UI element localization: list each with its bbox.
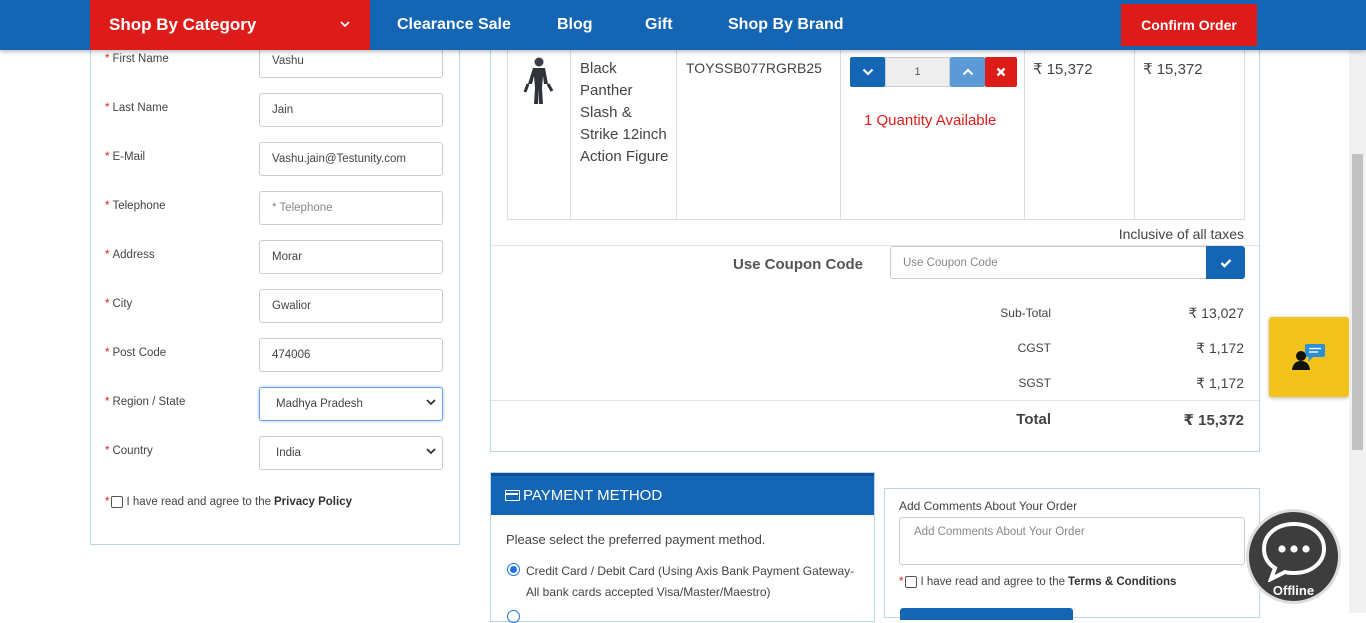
total-value: ₹ 15,372 — [1183, 412, 1244, 429]
product-image-cell — [508, 50, 571, 220]
product-image — [523, 57, 554, 104]
comments-textarea[interactable]: Add Comments About Your Order — [899, 517, 1245, 565]
sgst-value: ₹ 1,172 — [1196, 375, 1244, 391]
quantity-available: 1 Quantity Available — [864, 112, 997, 129]
chevron-down-icon — [862, 68, 873, 76]
email-input[interactable]: Vashu.jain@Testunity.com — [259, 142, 443, 176]
email-label: * E-Mail — [105, 151, 146, 163]
required-mark: * — [105, 496, 110, 508]
last-name-label: * Last Name — [105, 102, 169, 114]
total-price: ₹ 15,372 — [1143, 61, 1203, 78]
coupon-label: Use Coupon Code — [733, 256, 863, 273]
nav-blog[interactable]: Blog — [557, 0, 593, 50]
post-code-label: * Post Code — [105, 347, 167, 359]
quantity-input[interactable]: 1 — [885, 57, 950, 87]
close-icon — [996, 67, 1006, 77]
address-label: * Address — [105, 249, 155, 261]
comments-label: Add Comments About Your Order — [899, 499, 1078, 513]
nav-shop-by-brand[interactable]: Shop By Brand — [728, 0, 844, 50]
product-name[interactable]: Black Panther Slash & Strike 12inch Acti… — [580, 58, 670, 168]
total-label: Total — [1016, 411, 1051, 428]
cgst-value: ₹ 1,172 — [1196, 340, 1244, 356]
remove-item-button[interactable] — [985, 57, 1017, 87]
product-table: Black Panther Slash & Strike 12inch Acti… — [507, 50, 1245, 220]
address-form: * First Name Vashu * Last Name Jain * E-Mai… — [90, 40, 460, 545]
city-row: * City Gwalior — [105, 289, 445, 323]
first-name-label: * First Name — [105, 53, 169, 65]
address-row: * Address Morar — [105, 240, 445, 274]
address-input[interactable]: Morar — [259, 240, 443, 274]
support-chat-button[interactable] — [1269, 317, 1349, 397]
offline-chat-badge[interactable]: Offline — [1246, 509, 1341, 604]
terms-text: I have read and agree to the — [920, 576, 1065, 588]
last-name-row: * Last Name Jain — [105, 93, 445, 127]
telephone-label: * Telephone — [105, 200, 166, 212]
cgst-label: CGST — [1017, 341, 1051, 355]
second-payment-radio[interactable] — [507, 610, 520, 623]
product-model: TOYSSB077RGRB25 — [686, 60, 822, 76]
page-scrollbar[interactable] — [1349, 50, 1366, 613]
apply-coupon-button[interactable] — [1206, 246, 1245, 279]
terms-checkbox[interactable] — [905, 576, 918, 588]
post-code-input[interactable]: 474006 — [259, 338, 443, 372]
credit-card-icon — [505, 490, 520, 501]
tax-note: Inclusive of all taxes — [1118, 226, 1244, 242]
email-row: * E-Mail Vashu.jain@Testunity.com — [105, 142, 445, 176]
region-select-value: Madhya Pradesh — [276, 398, 363, 410]
subtotal-label: Sub-Total — [1000, 306, 1051, 320]
card-payment-option[interactable]: Credit Card / Debit Card (Using Axis Ban… — [526, 561, 856, 603]
telephone-row: * Telephone * Telephone — [105, 191, 445, 225]
terms-agreement: * I have read and agree to the Terms & C… — [899, 576, 1176, 588]
subtotal-value: ₹ 13,027 — [1188, 305, 1244, 321]
telephone-input[interactable]: * Telephone — [259, 191, 443, 225]
required-mark: * — [899, 576, 904, 588]
payment-method-panel: PAYMENT METHOD Please select the preferr… — [490, 472, 875, 623]
country-label: * Country — [105, 445, 153, 457]
privacy-checkbox[interactable] — [111, 496, 124, 508]
shop-by-category-button[interactable]: Shop By Category — [90, 0, 370, 50]
support-agent-icon — [1292, 344, 1325, 370]
coupon-input[interactable]: Use Coupon Code — [890, 246, 1206, 279]
quantity-stepper: 1 — [850, 57, 1017, 87]
payment-instruction: Please select the preferred payment meth… — [506, 532, 766, 547]
check-icon — [1220, 258, 1231, 268]
city-input[interactable]: Gwalior — [259, 289, 443, 323]
payment-method-header: PAYMENT METHOD — [491, 473, 874, 515]
last-name-input[interactable]: Jain — [259, 93, 443, 127]
decrease-quantity-button[interactable] — [850, 57, 885, 87]
card-payment-radio[interactable] — [507, 563, 520, 576]
chat-status: Offline — [1272, 583, 1315, 598]
privacy-agreement: * I have read and agree to the Privacy P… — [105, 496, 352, 508]
nav-clearance-sale[interactable]: Clearance Sale — [397, 0, 511, 50]
divider — [491, 400, 1259, 401]
increase-quantity-button[interactable] — [950, 57, 985, 87]
country-row: * Country India — [105, 436, 445, 470]
sgst-label: SGST — [1018, 376, 1051, 390]
cart-summary: Black Panther Slash & Strike 12inch Acti… — [490, 40, 1260, 452]
city-label: * City — [105, 298, 133, 310]
chat-bubble-icon — [1261, 521, 1327, 582]
confirm-order-button[interactable]: Confirm Order — [1121, 4, 1257, 46]
chevron-down-icon — [340, 17, 350, 31]
privacy-text: I have read and agree to the — [126, 496, 271, 508]
region-select[interactable]: Madhya Pradesh — [259, 387, 443, 421]
country-select[interactable]: India — [259, 436, 443, 470]
chevron-down-icon — [426, 398, 436, 409]
region-label: * Region / State — [105, 396, 186, 408]
unit-price: ₹ 15,372 — [1033, 61, 1093, 78]
order-comments-panel: Add Comments About Your Order Add Commen… — [884, 488, 1260, 620]
scrollbar-thumb[interactable] — [1352, 154, 1363, 450]
top-navigation: Shop By Category Clearance Sale Blog Gif… — [0, 0, 1366, 50]
shop-by-category-label: Shop By Category — [109, 15, 257, 34]
privacy-policy-link[interactable]: Privacy Policy — [274, 496, 352, 508]
continue-button[interactable] — [900, 608, 1073, 620]
chevron-down-icon — [426, 447, 436, 458]
region-row: * Region / State Madhya Pradesh — [105, 387, 445, 421]
chevron-up-icon — [962, 68, 973, 76]
payment-method-title: PAYMENT METHOD — [523, 487, 663, 504]
terms-link[interactable]: Terms & Conditions — [1068, 576, 1176, 588]
post-code-row: * Post Code 474006 — [105, 338, 445, 372]
country-select-value: India — [276, 447, 301, 459]
nav-gift[interactable]: Gift — [645, 0, 673, 50]
